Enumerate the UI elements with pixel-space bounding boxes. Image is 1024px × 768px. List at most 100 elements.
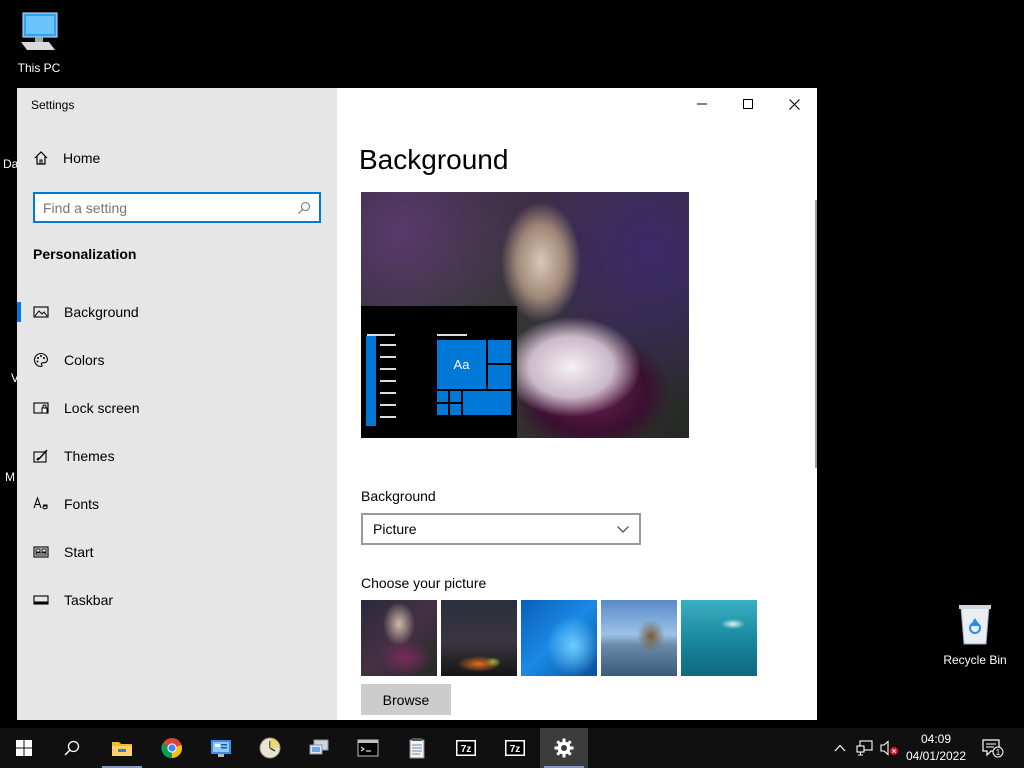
chevron-down-icon: [617, 525, 629, 533]
home-nav-item[interactable]: Home: [33, 150, 100, 166]
background-type-dropdown[interactable]: Picture: [361, 513, 641, 545]
chrome-icon: [161, 738, 182, 759]
taskbar-terminal[interactable]: [344, 728, 392, 768]
background-type-label: Background: [361, 488, 436, 504]
window-title: Settings: [31, 98, 75, 112]
taskbar-network-app[interactable]: [295, 728, 343, 768]
start-icon: [33, 546, 49, 558]
browse-button[interactable]: Browse: [361, 684, 451, 715]
taskbar-settings[interactable]: [540, 728, 588, 768]
preview-tile-label: Aa: [437, 340, 486, 389]
7zip-icon: 7z: [505, 740, 525, 756]
taskbar-control-panel[interactable]: [197, 728, 245, 768]
taskbar-clock-app[interactable]: [246, 728, 294, 768]
taskbar: 7z 7z 04:09 04/01/2022 1: [0, 728, 1024, 768]
chevron-up-icon: [834, 744, 846, 752]
sidebar-item-lock-screen[interactable]: Lock screen: [17, 384, 337, 432]
minimize-button[interactable]: [679, 88, 725, 120]
preview-start-menu: Aa: [361, 306, 517, 438]
svg-text:7z: 7z: [510, 744, 521, 755]
recycle-bin-icon: [959, 605, 991, 645]
settings-window: Settings Home Personalization Backg: [17, 88, 817, 720]
sidebar: Settings Home Personalization Backg: [17, 88, 337, 720]
svg-text:7z: 7z: [461, 744, 472, 755]
settings-icon: [554, 738, 574, 758]
themes-icon: [33, 449, 48, 463]
sidebar-item-themes[interactable]: Themes: [17, 432, 337, 480]
network-tray-button[interactable]: [853, 728, 877, 768]
sidebar-item-label: Taskbar: [64, 592, 114, 608]
taskbar-7zip[interactable]: 7z: [491, 728, 539, 768]
sidebar-item-label: Colors: [64, 352, 105, 368]
sidebar-item-colors[interactable]: Colors: [17, 336, 337, 384]
volume-tray-button[interactable]: [877, 728, 901, 768]
network-app-icon: [309, 739, 329, 755]
notification-count: 1: [996, 748, 1001, 757]
taskbar-file-explorer[interactable]: [98, 728, 146, 768]
sidebar-item-background[interactable]: Background: [17, 288, 337, 336]
picture-thumbnail[interactable]: [601, 600, 677, 676]
choose-picture-label: Choose your picture: [361, 575, 487, 591]
page-title: Background: [359, 144, 509, 175]
picture-thumbnail[interactable]: [361, 600, 437, 676]
picture-thumbnail[interactable]: [441, 600, 517, 676]
main-content: Background Aa Background Picture Choose …: [337, 88, 817, 720]
desktop-icon-recycle-bin[interactable]: Recycle Bin: [940, 602, 1010, 667]
picture-thumbnail[interactable]: [681, 600, 757, 676]
sidebar-item-label: Lock screen: [64, 400, 140, 416]
home-icon: [34, 151, 48, 165]
sidebar-nav: Background Colors Lock screen Themes Fon…: [17, 288, 337, 624]
desktop-icon-this-pc[interactable]: This PC: [4, 10, 74, 75]
windows-logo-icon: [16, 740, 32, 756]
search-button[interactable]: [48, 728, 96, 768]
search-box[interactable]: [33, 192, 321, 223]
sidebar-item-fonts[interactable]: Fonts: [17, 480, 337, 528]
background-preview: Aa: [361, 192, 689, 438]
lock-screen-icon: [33, 402, 49, 414]
picture-icon: [33, 306, 49, 318]
sidebar-item-start[interactable]: Start: [17, 528, 337, 576]
sidebar-item-taskbar[interactable]: Taskbar: [17, 576, 337, 624]
search-icon: [64, 740, 80, 756]
fonts-icon: [33, 496, 48, 510]
clock-date: 04/01/2022: [905, 749, 967, 763]
minimize-icon: [697, 103, 707, 105]
maximize-icon: [743, 99, 753, 109]
show-hidden-icons-button[interactable]: [830, 728, 850, 768]
file-explorer-icon: [112, 742, 132, 756]
notepad-icon: [409, 738, 425, 759]
clock-time: 04:09: [920, 732, 952, 746]
search-icon: [298, 201, 311, 214]
sidebar-item-label: Themes: [64, 448, 115, 464]
taskbar-notepad[interactable]: [393, 728, 441, 768]
section-title: Personalization: [33, 246, 137, 262]
clock-app-icon: [259, 737, 281, 759]
taskbar-clock[interactable]: 04:09 04/01/2022: [900, 731, 972, 765]
notification-icon: 1: [982, 739, 1004, 758]
maximize-button[interactable]: [725, 88, 771, 120]
7zip-icon: 7z: [456, 740, 476, 756]
home-label: Home: [63, 150, 101, 166]
control-panel-icon: [211, 740, 231, 757]
close-button[interactable]: [771, 88, 817, 120]
volume-muted-icon: [880, 740, 898, 756]
window-controls: [679, 88, 817, 120]
search-input[interactable]: [43, 199, 297, 216]
dropdown-value: Picture: [373, 521, 417, 537]
sidebar-item-label: Fonts: [64, 496, 100, 512]
desktop-icon-label: Recycle Bin: [943, 653, 1007, 667]
taskbar-chrome[interactable]: [148, 728, 196, 768]
palette-icon: [33, 352, 48, 368]
taskbar-icon: [33, 595, 49, 605]
clipped-desktop-label: M: [5, 470, 15, 484]
close-icon: [788, 98, 800, 110]
terminal-icon: [357, 739, 379, 757]
picture-thumbnail[interactable]: [521, 600, 597, 676]
desktop-icon-label: This PC: [17, 61, 61, 75]
scrollbar[interactable]: [815, 200, 817, 468]
network-icon: [856, 740, 873, 756]
start-button[interactable]: [0, 728, 48, 768]
action-center-button[interactable]: 1: [980, 728, 1006, 768]
taskbar-7zip[interactable]: 7z: [442, 728, 490, 768]
computer-icon: [21, 12, 58, 50]
